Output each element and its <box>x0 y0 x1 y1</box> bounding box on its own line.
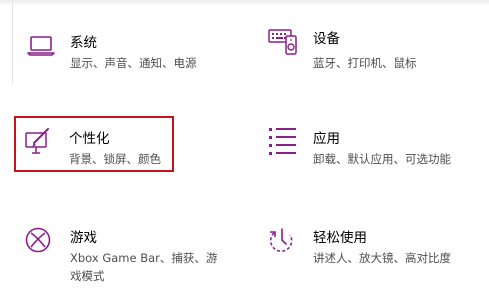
settings-tile-system-desc: 显示、声音、通知、电源 <box>70 56 197 70</box>
settings-tile-apps-title: 应用 <box>313 131 340 147</box>
xbox-icon <box>25 227 61 263</box>
top-shadow <box>0 0 489 6</box>
devices-icon <box>268 28 304 64</box>
settings-tile-devices-desc: 蓝牙、打印机、鼠标 <box>313 56 417 70</box>
laptop-icon <box>25 32 61 68</box>
settings-tile-devices[interactable]: 设备 蓝牙、打印机、鼠标 <box>268 28 478 80</box>
settings-tile-ease-of-access[interactable]: 轻松使用 讲述人、放大镜、高对比度 <box>268 227 478 279</box>
personalization-icon <box>25 128 61 164</box>
settings-tile-gaming-title: 游戏 <box>70 230 97 246</box>
settings-tile-devices-title: 设备 <box>313 31 340 47</box>
settings-tile-gaming[interactable]: 游戏 Xbox Game Bar、捕获、游戏模式 <box>25 227 235 283</box>
settings-tile-personalization-desc: 背景、锁屏、颜色 <box>69 152 161 166</box>
settings-tile-ease-of-access-desc: 讲述人、放大镜、高对比度 <box>313 251 451 265</box>
settings-tile-personalization[interactable]: 个性化 背景、锁屏、颜色 <box>25 128 175 180</box>
settings-tile-personalization-title: 个性化 <box>69 131 110 147</box>
settings-tile-apps[interactable]: 应用 卸载、默认应用、可选功能 <box>268 128 478 180</box>
settings-tile-ease-of-access-title: 轻松使用 <box>313 230 367 246</box>
settings-tile-apps-desc: 卸载、默认应用、可选功能 <box>313 152 451 166</box>
left-divider <box>12 0 13 84</box>
apps-list-icon <box>268 128 304 164</box>
ease-of-access-icon <box>268 227 304 263</box>
settings-tile-gaming-desc: Xbox Game Bar、捕获、游戏模式 <box>70 251 218 283</box>
settings-tile-system[interactable]: 系统 显示、声音、通知、电源 <box>25 32 225 84</box>
settings-tile-system-title: 系统 <box>70 35 97 51</box>
